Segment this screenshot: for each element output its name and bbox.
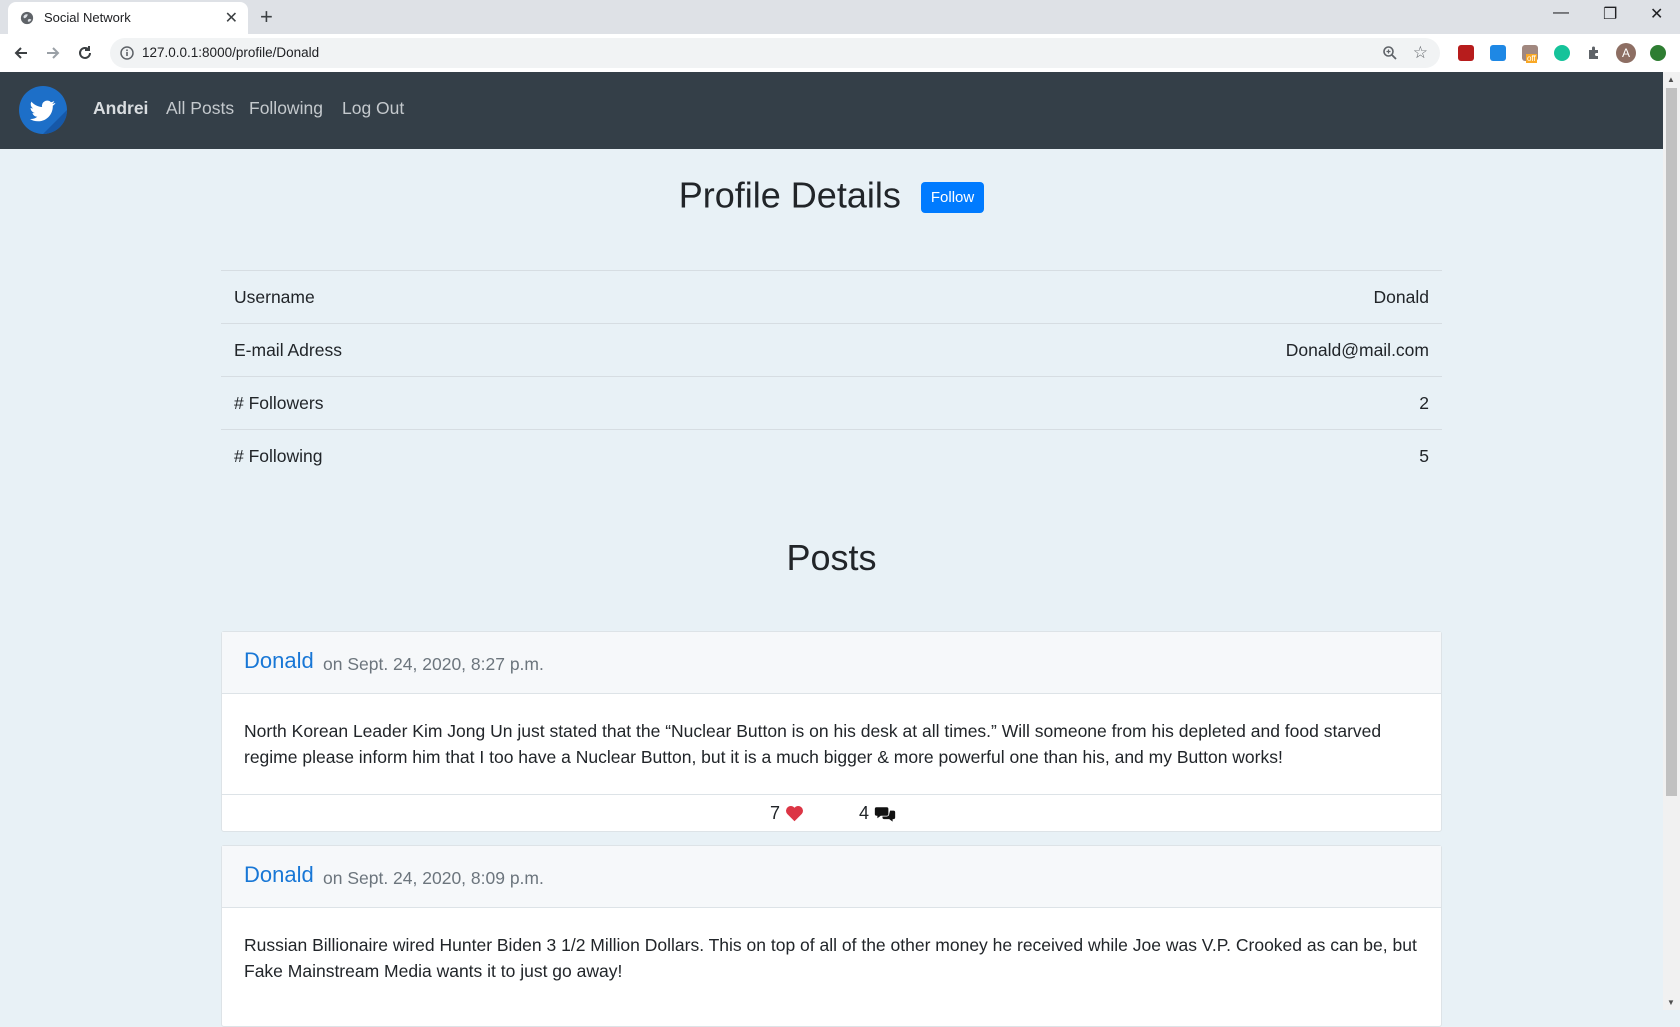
row-label: # Following xyxy=(221,429,761,482)
post-content: Russian Billionaire wired Hunter Biden 3… xyxy=(244,935,1417,981)
nav-all-posts[interactable]: All Posts xyxy=(166,98,234,119)
table-row: # Followers 2 xyxy=(221,376,1442,430)
back-icon[interactable] xyxy=(8,40,34,66)
post-footer: 7 4 xyxy=(222,794,1441,831)
tab-title: Social Network xyxy=(44,10,131,25)
page-scrollbar[interactable]: ▲ ▼ xyxy=(1663,72,1680,1010)
scroll-down-icon[interactable]: ▼ xyxy=(1667,998,1675,1007)
follow-button[interactable]: Follow xyxy=(920,181,985,213)
extensions-puzzle-icon[interactable] xyxy=(1586,45,1602,61)
post-author-link[interactable]: Donald xyxy=(244,648,314,674)
row-value: Donald@mail.com xyxy=(760,323,1442,377)
row-label: E-mail Adress xyxy=(221,323,761,377)
update-icon[interactable] xyxy=(1650,45,1666,61)
minimize-icon[interactable]: — xyxy=(1553,4,1569,22)
row-value: 5 xyxy=(760,429,1442,482)
scroll-thumb[interactable] xyxy=(1666,88,1677,796)
off-extension-icon[interactable]: off xyxy=(1522,45,1538,63)
new-tab-icon[interactable]: + xyxy=(260,4,273,30)
table-row: # Following 5 xyxy=(221,429,1442,482)
browser-tab-bar: Social Network ✕ + — ❐ ✕ xyxy=(0,0,1680,34)
twitter-bird-logo-icon[interactable] xyxy=(19,86,67,134)
table-row: Username Donald xyxy=(221,270,1442,324)
row-value: Donald xyxy=(760,270,1442,324)
browser-tab[interactable]: Social Network ✕ xyxy=(8,2,248,34)
nav-following[interactable]: Following xyxy=(249,98,323,119)
profile-avatar[interactable]: A xyxy=(1616,43,1636,63)
forward-icon[interactable] xyxy=(40,40,66,66)
post-header: Donald on Sept. 24, 2020, 8:09 p.m. xyxy=(222,846,1441,908)
post-card: Donald on Sept. 24, 2020, 8:09 p.m. Russ… xyxy=(221,845,1442,1027)
globe-icon xyxy=(20,11,34,25)
address-bar[interactable]: 127.0.0.1:8000/profile/Donald ☆ xyxy=(110,38,1440,68)
comments-icon[interactable] xyxy=(874,805,896,823)
nav-username[interactable]: Andrei xyxy=(93,98,148,119)
nav-log-out[interactable]: Log Out xyxy=(342,98,404,119)
table-row: E-mail Adress Donald@mail.com xyxy=(221,323,1442,377)
close-tab-icon[interactable]: ✕ xyxy=(225,8,238,28)
grammarly-icon[interactable] xyxy=(1554,45,1570,61)
like-count: 7 xyxy=(770,803,781,823)
post-card: Donald on Sept. 24, 2020, 8:27 p.m. Nort… xyxy=(221,631,1442,832)
url-text[interactable]: 127.0.0.1:8000/profile/Donald xyxy=(142,45,319,60)
post-author-link[interactable]: Donald xyxy=(244,862,314,888)
close-window-icon[interactable]: ✕ xyxy=(1650,4,1663,24)
zoom-icon[interactable] xyxy=(1382,45,1398,61)
page-title: Profile Details xyxy=(678,174,901,216)
bookmark-star-icon[interactable]: ☆ xyxy=(1413,43,1428,63)
s-extension-icon[interactable] xyxy=(1490,45,1506,61)
profile-details-table: Username Donald E-mail Adress Donald@mai… xyxy=(221,270,1442,482)
comment-count: 4 xyxy=(859,803,870,823)
browser-toolbar: 127.0.0.1:8000/profile/Donald ☆ off A xyxy=(0,34,1680,73)
extension-badge: off xyxy=(1526,54,1537,63)
posts-heading: Posts xyxy=(786,537,877,578)
row-label: # Followers xyxy=(221,376,761,430)
site-navbar: Andrei All Posts Following Log Out xyxy=(0,72,1663,149)
row-label: Username xyxy=(221,270,761,324)
restore-icon[interactable]: ❐ xyxy=(1603,4,1617,24)
info-icon[interactable] xyxy=(120,46,134,60)
reload-icon[interactable] xyxy=(72,40,98,66)
row-value: 2 xyxy=(760,376,1442,430)
post-date: on Sept. 24, 2020, 8:09 p.m. xyxy=(323,868,544,888)
profile-title-row: Profile Details Follow xyxy=(0,172,1663,216)
ublock-icon[interactable] xyxy=(1458,45,1474,61)
scroll-up-icon[interactable]: ▲ xyxy=(1667,75,1675,84)
post-date: on Sept. 24, 2020, 8:27 p.m. xyxy=(323,654,544,674)
post-content: North Korean Leader Kim Jong Un just sta… xyxy=(244,721,1382,767)
post-header: Donald on Sept. 24, 2020, 8:27 p.m. xyxy=(222,632,1441,694)
heart-icon[interactable] xyxy=(785,805,804,822)
